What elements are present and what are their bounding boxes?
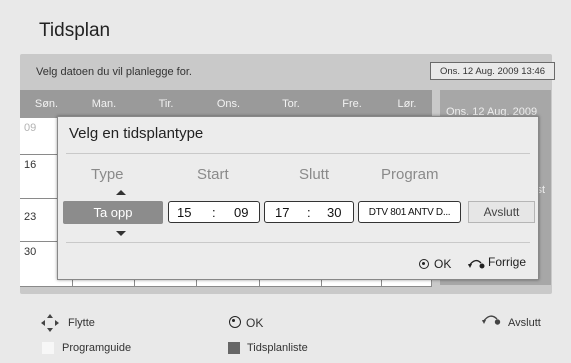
- list-key-icon: [228, 342, 240, 354]
- day-header-tuesday: Tir.: [135, 90, 197, 118]
- ok-button-icon: [419, 259, 429, 269]
- end-hour[interactable]: 17: [275, 205, 289, 220]
- end-time-field[interactable]: 17 : 30: [264, 201, 354, 223]
- time-separator: :: [212, 205, 216, 220]
- day-number: 30: [24, 246, 37, 258]
- ok-label[interactable]: OK: [434, 257, 451, 271]
- start-minute[interactable]: 09: [234, 205, 248, 220]
- move-label: Flytte: [68, 317, 95, 329]
- schedule-type-dialog: Velg en tidsplantype Type Start Slutt Pr…: [57, 116, 539, 280]
- move-arrows-icon: [41, 314, 59, 332]
- exit-icon: [482, 315, 501, 325]
- day-header-saturday: Lør.: [382, 90, 432, 118]
- arrow-up-icon[interactable]: [116, 190, 126, 195]
- divider: [66, 153, 530, 154]
- day-header-thursday: Tor.: [260, 90, 322, 118]
- end-header: Slutt: [299, 166, 330, 183]
- program-guide-label[interactable]: Programguide: [62, 342, 131, 354]
- ok-hint: OK: [246, 316, 264, 330]
- exit-hint: Avslutt: [508, 317, 541, 329]
- exit-button[interactable]: Avslutt: [468, 201, 535, 223]
- date-prompt: Velg datoen du vil planlegge for.: [36, 66, 192, 78]
- day-number: 16: [24, 159, 37, 171]
- divider: [66, 242, 530, 243]
- day-header-wednesday: Ons.: [197, 90, 260, 118]
- time-separator: :: [307, 205, 311, 220]
- type-header: Type: [91, 166, 124, 183]
- program-select[interactable]: DTV 801 ANTV D...: [358, 201, 461, 223]
- program-header: Program: [381, 166, 439, 183]
- day-number: 09: [24, 122, 37, 134]
- day-number: 23: [24, 211, 37, 223]
- guide-key-icon: [42, 342, 54, 354]
- start-time-field[interactable]: 15 : 09: [168, 201, 260, 223]
- schedule-list-label[interactable]: Tidsplanliste: [247, 342, 308, 354]
- back-icon: [468, 259, 485, 269]
- dialog-title: Velg en tidsplantype: [69, 125, 204, 142]
- arrow-down-icon[interactable]: [116, 231, 126, 236]
- ok-icon: [229, 316, 241, 328]
- day-header-friday: Fre.: [322, 90, 382, 118]
- current-date-box: Ons. 12 Aug. 2009 13:46: [430, 62, 555, 80]
- start-hour[interactable]: 15: [177, 205, 191, 220]
- end-minute[interactable]: 30: [327, 205, 341, 220]
- day-header-monday: Man.: [73, 90, 135, 118]
- page-title: Tidsplan: [39, 20, 111, 41]
- back-label[interactable]: Forrige: [488, 255, 526, 269]
- type-select[interactable]: Ta opp: [63, 201, 163, 224]
- day-header-sunday: Søn.: [20, 90, 73, 118]
- start-header: Start: [197, 166, 229, 183]
